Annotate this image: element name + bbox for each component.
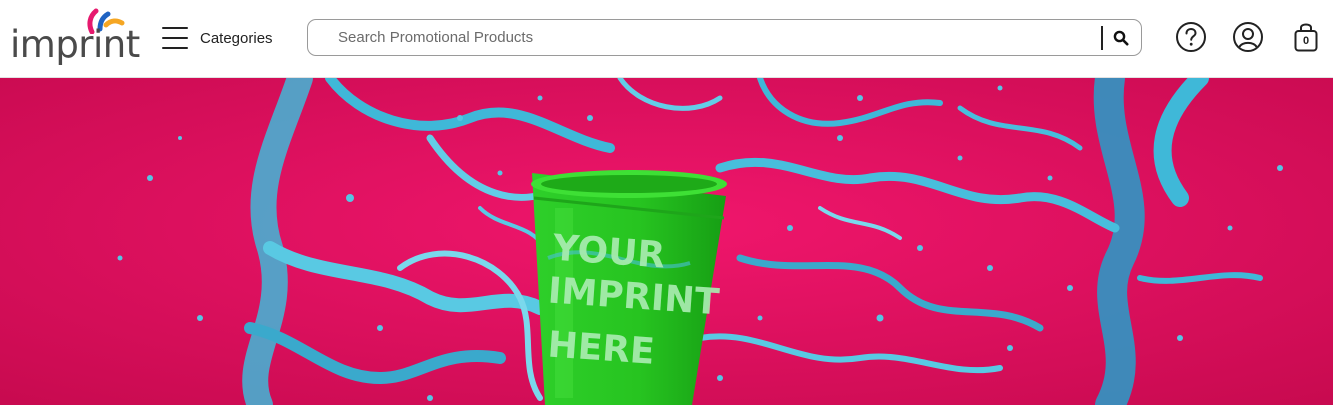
hamburger-menu-icon bbox=[162, 27, 188, 49]
account-button[interactable] bbox=[1231, 20, 1265, 54]
cart-button[interactable]: 0 bbox=[1289, 20, 1323, 54]
search-bar bbox=[307, 19, 1142, 56]
search-divider bbox=[1101, 26, 1103, 50]
search-input[interactable] bbox=[308, 20, 1100, 55]
hero-image: YOUR IMPRINT HERE bbox=[0, 78, 1333, 405]
search-icon bbox=[1113, 30, 1129, 46]
account-icon bbox=[1233, 22, 1263, 52]
search-button[interactable] bbox=[1108, 25, 1134, 51]
logo-wordmark: imprint bbox=[10, 23, 140, 66]
site-header: imprint Categories Search Promotional Pr… bbox=[0, 0, 1333, 78]
help-button[interactable] bbox=[1174, 20, 1208, 54]
cup-text-line-1: YOUR bbox=[550, 228, 666, 277]
help-icon bbox=[1176, 22, 1206, 52]
hero-banner[interactable]: YOUR IMPRINT HERE bbox=[0, 78, 1333, 405]
categories-menu-button[interactable]: Categories bbox=[162, 24, 273, 52]
cup-text-line-3: HERE bbox=[546, 324, 656, 372]
categories-label: Categories bbox=[200, 29, 273, 47]
imprint-logo[interactable]: imprint bbox=[10, 8, 140, 70]
cart-count: 0 bbox=[1302, 35, 1310, 47]
